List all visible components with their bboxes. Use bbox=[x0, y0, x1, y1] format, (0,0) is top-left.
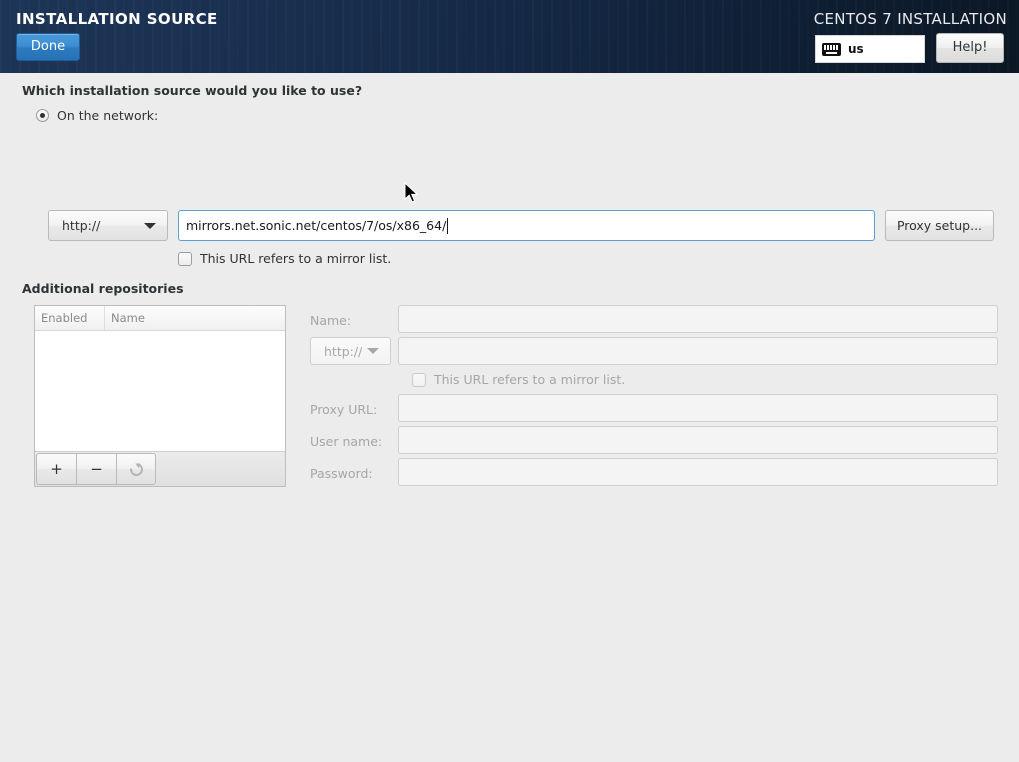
refresh-icon bbox=[126, 459, 146, 479]
help-button[interactable]: Help! bbox=[936, 33, 1004, 63]
additional-repositories-label: Additional repositories bbox=[22, 281, 184, 296]
keyboard-icon bbox=[822, 42, 841, 56]
repo-password-label: Password: bbox=[310, 466, 373, 481]
mirror-list-checkbox-row[interactable]: This URL refers to a mirror list. bbox=[178, 251, 391, 266]
chevron-down-icon bbox=[144, 222, 156, 229]
repo-user-name-input bbox=[398, 426, 998, 454]
remove-repo-button[interactable]: − bbox=[76, 453, 116, 485]
repo-table-body[interactable] bbox=[35, 331, 285, 451]
repo-table-header: Enabled Name bbox=[35, 306, 285, 331]
installation-product-label: CENTOS 7 INSTALLATION bbox=[813, 10, 1007, 28]
repo-protocol-select-value: http:// bbox=[324, 343, 363, 359]
repo-name-label: Name: bbox=[310, 313, 352, 328]
repo-protocol-select: http:// bbox=[310, 337, 391, 365]
radio-on-the-network-label: On the network: bbox=[57, 108, 159, 123]
main-content: Which installation source would you like… bbox=[0, 73, 1019, 762]
repo-name-input bbox=[398, 305, 998, 333]
source-question-label: Which installation source would you like… bbox=[22, 83, 363, 98]
mirror-list-checkbox[interactable] bbox=[178, 251, 192, 266]
repo-proxy-url-input bbox=[398, 394, 998, 422]
radio-indicator-icon[interactable] bbox=[36, 109, 49, 122]
keyboard-layout-label: us bbox=[848, 42, 864, 56]
window-header: INSTALLATION SOURCE Done CENTOS 7 INSTAL… bbox=[0, 0, 1019, 73]
repo-toolbar: + − bbox=[35, 451, 285, 486]
repo-user-name-label: User name: bbox=[310, 434, 383, 449]
chevron-down-icon bbox=[367, 348, 379, 354]
repo-mirror-list-checkbox bbox=[412, 372, 426, 387]
additional-repositories-panel: Enabled Name + − bbox=[34, 305, 286, 487]
add-repo-button[interactable]: + bbox=[36, 453, 76, 485]
repo-column-name: Name bbox=[111, 311, 145, 325]
url-input-value: mirrors.net.sonic.net/centos/7/os/x86_64… bbox=[186, 218, 447, 233]
done-button[interactable]: Done bbox=[16, 33, 80, 61]
text-caret bbox=[447, 217, 449, 234]
proxy-setup-button[interactable]: Proxy setup... bbox=[885, 210, 994, 241]
installation-source-screen: INSTALLATION SOURCE Done CENTOS 7 INSTAL… bbox=[0, 0, 1019, 762]
keyboard-layout-indicator[interactable]: us bbox=[815, 35, 925, 63]
page-title: INSTALLATION SOURCE bbox=[16, 10, 218, 28]
repo-mirror-list-checkbox-row: This URL refers to a mirror list. bbox=[412, 372, 625, 387]
mirror-list-label: This URL refers to a mirror list. bbox=[200, 251, 392, 266]
repo-url-input bbox=[398, 337, 998, 365]
protocol-select-value: http:// bbox=[62, 218, 101, 233]
repo-password-input bbox=[398, 458, 998, 486]
repo-proxy-url-label: Proxy URL: bbox=[310, 402, 378, 417]
repo-mirror-list-label: This URL refers to a mirror list. bbox=[434, 372, 626, 387]
protocol-select[interactable]: http:// bbox=[48, 210, 168, 241]
url-input[interactable]: mirrors.net.sonic.net/centos/7/os/x86_64… bbox=[178, 210, 875, 241]
reset-repo-button bbox=[116, 453, 156, 485]
repo-column-enabled: Enabled bbox=[35, 306, 105, 330]
radio-on-the-network[interactable]: On the network: bbox=[36, 108, 158, 123]
